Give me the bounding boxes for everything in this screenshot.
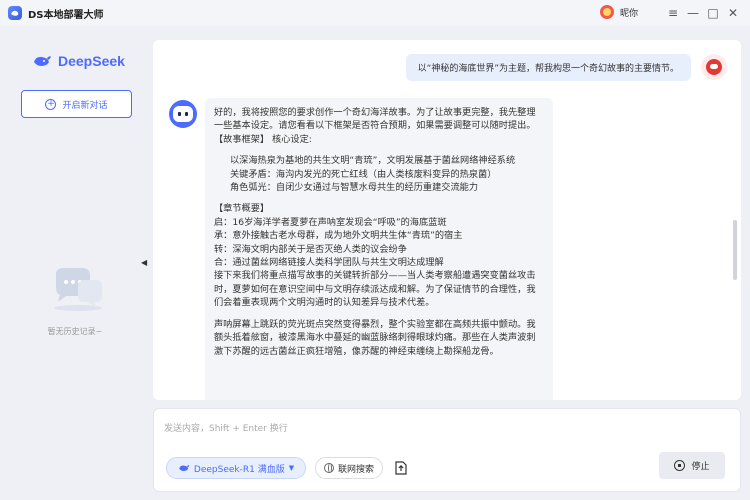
story-paragraph: 声呐屏幕上跳跃的荧光斑点突然变得暴烈，整个实验室都在高频共振中颤动。我额头抵着舷…	[214, 318, 536, 357]
stop-button[interactable]: 停止	[659, 452, 725, 479]
bot-message-bubble: 好的，我将按照您的要求创作一个奇幻海洋故事。为了让故事更完整，我先整理一些基本设…	[205, 98, 553, 400]
user-avatar[interactable]	[600, 5, 614, 19]
sidebar: DeepSeek + 开启新对话 暂无历史记录~	[0, 26, 150, 500]
model-select-button[interactable]: DeepSeek-R1 满血版 ▼	[166, 457, 306, 479]
framework-item: 以深海热泉为基地的共生文明“青琉”，文明发展基于菌丝网络神经系统	[230, 155, 516, 167]
app-title: DS本地部署大师	[28, 9, 104, 21]
user-message: 以“神秘的海底世界”为主题，帮我构思一个奇幻故事的主要情节。	[405, 54, 727, 81]
user-profile[interactable]: 昵你	[600, 5, 638, 19]
model-label: DeepSeek-R1 满血版	[193, 464, 285, 475]
app-logo-icon	[8, 6, 22, 20]
close-icon[interactable]: ✕	[724, 4, 742, 22]
empty-history-text: 暂无历史记录~	[47, 327, 103, 336]
chapter-item: 启：16岁海洋学者夏萝在声呐室发现会“呼吸”的海底蓝斑	[214, 216, 447, 228]
brand: DeepSeek	[32, 53, 125, 69]
globe-icon	[323, 463, 334, 473]
stop-label: 停止	[691, 462, 710, 472]
user-name[interactable]: 昵你	[620, 6, 638, 19]
user-message-bubble: 以“神秘的海底世界”为主题，帮我构思一个奇幻故事的主要情节。	[405, 54, 691, 81]
bot-intro: 好的，我将按照您的要求创作一个奇幻海洋故事。为了让故事更完整，我先整理一些基本设…	[214, 107, 536, 132]
chevron-down-icon: ▼	[288, 464, 295, 472]
bot-outro: 接下来我们将重点描写故事的关键转折部分——当人类考察船遭遇突变菌丝攻击时，夏萝如…	[214, 270, 536, 309]
web-search-button[interactable]: 联网搜索	[315, 457, 383, 479]
upload-file-icon	[395, 461, 407, 475]
framework-item: 关键矛盾：海沟内发光的死亡红线（由人类核废料变异的热泉菌）	[230, 168, 497, 180]
web-search-label: 联网搜索	[337, 464, 374, 475]
maximize-icon[interactable]: □	[704, 4, 722, 22]
chat-scrollbar[interactable]	[733, 220, 737, 280]
composer: DeepSeek-R1 满血版 ▼ 联网搜索 停止	[153, 408, 741, 492]
user-message-avatar	[701, 54, 727, 80]
deepseek-whale-icon	[179, 465, 190, 471]
chat-bubbles-icon	[54, 268, 102, 311]
upload-button[interactable]	[394, 460, 408, 476]
message-input[interactable]	[164, 417, 724, 441]
chapter-item: 转：深海文明内部关于是否灭绝人类的议会纷争	[214, 243, 407, 255]
chapter-item: 合：通过菌丝网络链接人类科学团队与共生文明达成理解	[214, 257, 444, 269]
deepseek-whale-icon	[34, 56, 51, 66]
new-chat-label: 开启新对话	[62, 100, 108, 111]
menu-icon[interactable]: ≡	[664, 4, 682, 22]
chat-panel: 以“神秘的海底世界”为主题，帮我构思一个奇幻故事的主要情节。 好的，我将按照您的…	[153, 40, 741, 400]
title-bar: DS本地部署大师 昵你 ≡ — □ ✕	[0, 0, 750, 26]
new-chat-button[interactable]: + 开启新对话	[21, 90, 132, 118]
brand-name: DeepSeek	[58, 53, 125, 69]
collapse-sidebar-icon[interactable]: ◀	[141, 258, 147, 267]
framework-title: 【故事框架】 核心设定:	[214, 133, 312, 145]
framework-item: 角色弧光：自闭少女通过与智慧水母共生的经历重建交流能力	[230, 182, 479, 194]
chapter-item: 承：意外接触古老水母群，成为地外文明共生体“青琉”的宿主	[214, 230, 463, 242]
minimize-icon[interactable]: —	[684, 4, 702, 22]
stop-icon	[674, 460, 686, 471]
plus-icon: +	[45, 98, 57, 110]
bot-avatar-icon	[169, 100, 197, 128]
chapters-title: 【章节概要】	[214, 203, 270, 215]
